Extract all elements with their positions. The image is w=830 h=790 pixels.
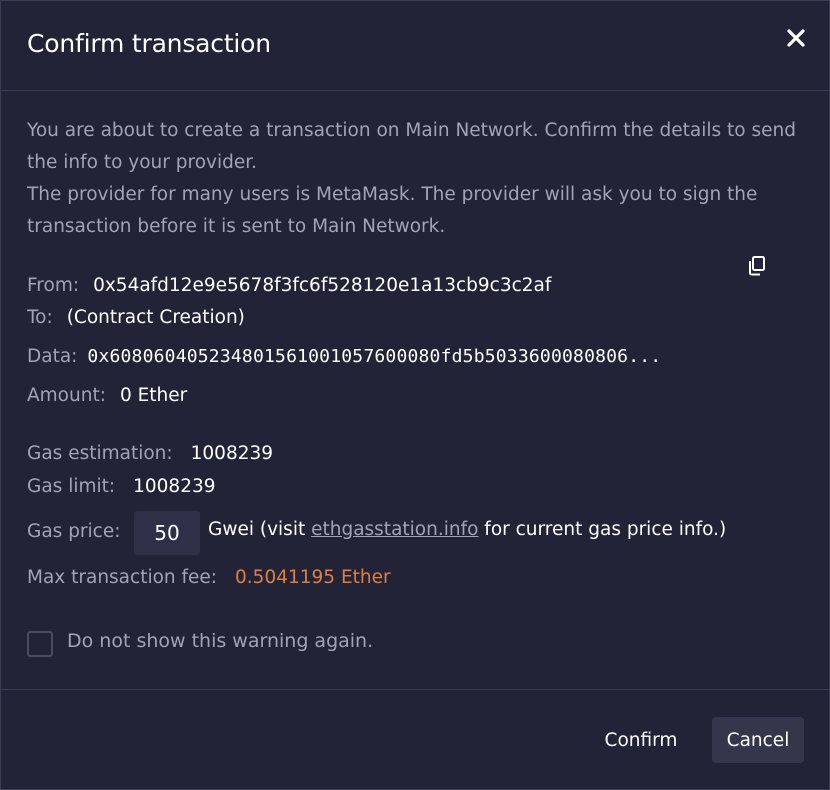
confirm-button[interactable]: Confirm [591, 717, 691, 763]
intro-line-1: You are about to create a transaction on… [27, 120, 796, 173]
to-value: (Contract Creation) [66, 307, 245, 328]
intro-line-2: The provider for many users is MetaMask.… [27, 184, 758, 237]
gas-limit-row: Gas limit: 1008239 [27, 474, 216, 500]
gas-estimation-label: Gas estimation: [27, 443, 173, 464]
close-icon[interactable] [785, 27, 807, 49]
from-label: From: [27, 275, 80, 296]
dont-show-again-label[interactable]: Do not show this warning again. [67, 630, 373, 652]
gas-price-unit: Gwei (visit ethgasstation.info for curre… [208, 519, 726, 540]
data-row: Data: 0x608060405234801561001057600080fd5… [27, 344, 661, 370]
gas-price-label: Gas price: [27, 521, 121, 542]
amount-value: 0 Ether [119, 385, 188, 406]
amount-label: Amount: [27, 385, 106, 406]
max-fee-value: 0.5041195 Ether [235, 567, 391, 588]
gas-limit-label: Gas limit: [27, 476, 116, 497]
modal-footer: Confirm Cancel [1, 689, 829, 790]
ethgasstation-link[interactable]: ethgasstation.info [311, 519, 478, 540]
to-label: To: [27, 307, 53, 328]
max-fee-row: Max transaction fee: 0.5041195 Ether [27, 565, 391, 591]
max-fee-label: Max transaction fee: [27, 567, 218, 588]
gas-estimation-value: 1008239 [190, 443, 274, 464]
confirm-transaction-modal: Confirm transaction You are about to cre… [0, 0, 830, 790]
gas-estimation-row: Gas estimation: 1008239 [27, 441, 273, 467]
dont-show-again-checkbox[interactable] [27, 631, 53, 657]
modal-header: Confirm transaction [1, 1, 829, 91]
gas-limit-value: 1008239 [133, 476, 216, 497]
amount-row: Amount: 0 Ether [27, 383, 187, 409]
data-label: Data: [27, 346, 78, 367]
intro-text: You are about to create a transaction on… [27, 115, 797, 243]
to-row: To: (Contract Creation) [27, 305, 245, 331]
modal-title: Confirm transaction [27, 29, 271, 58]
gwei-suffix: for current gas price info.) [478, 519, 727, 540]
data-value: 0x608060405234801561001057600080fd5b5033… [87, 346, 662, 367]
from-row: From: 0x54afd12e9e5678f3fc6f528120e1a13cb… [27, 273, 551, 299]
gwei-prefix: Gwei (visit [208, 519, 312, 540]
from-value: 0x54afd12e9e5678f3fc6f528120e1a13cb9c3c2… [93, 275, 552, 296]
gas-price-input[interactable] [134, 511, 200, 555]
cancel-button[interactable]: Cancel [712, 717, 804, 763]
gas-price-label-row: Gas price: [27, 519, 120, 545]
copy-icon[interactable] [747, 255, 767, 277]
